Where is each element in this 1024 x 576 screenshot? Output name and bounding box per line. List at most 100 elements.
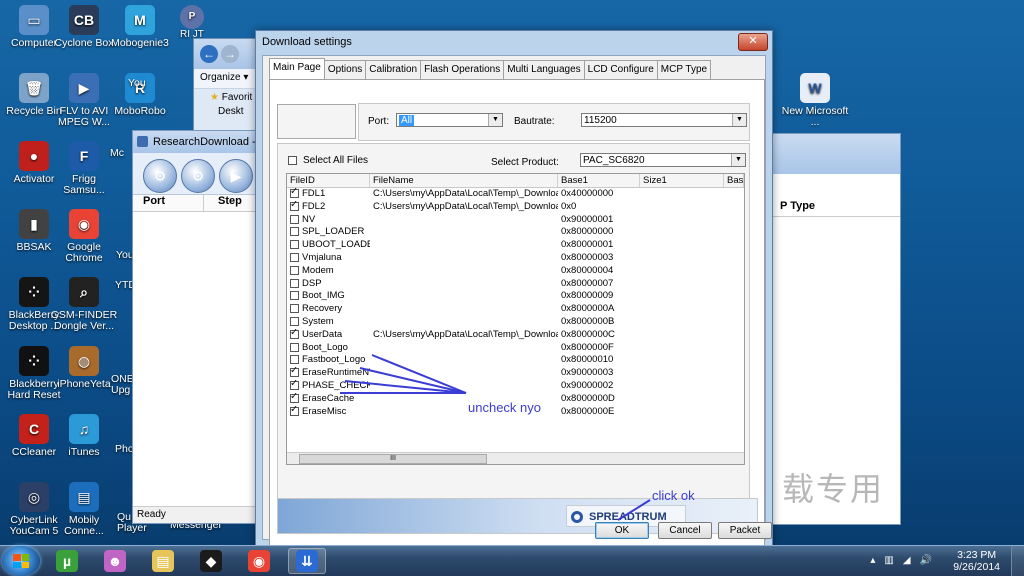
desktop-icon[interactable]: ⌕ GSM-FINDER Dongle Ver... [50,277,118,332]
table-row[interactable]: Boot_Logo 0x8000000F [287,342,744,355]
tab-main-page[interactable]: Main Page [269,58,325,79]
table-row[interactable]: Modem 0x80000004 [287,265,744,278]
file-checkbox[interactable] [290,406,299,416]
download-settings-dialog[interactable]: Download settings ✕ Main Page Options Ca… [255,30,773,547]
table-row[interactable]: PHASE_CHECK 0x90000002 [287,380,744,393]
start-arrow-icon[interactable]: ▶ [219,159,253,193]
desktop-icon-partial-label[interactable]: You [128,78,168,89]
select-product-select[interactable]: PAC_SC6820 ▼ [580,153,746,167]
signal-icon[interactable]: ◢ [903,555,911,566]
start-button[interactable] [2,546,40,576]
file-checkbox[interactable] [290,252,299,262]
tab-options[interactable]: Options [323,60,367,79]
file-list[interactable]: FileID FileName Base1 Size1 Base2 FDL1 C:… [286,173,745,465]
table-row[interactable]: NV 0x90000001 [287,214,744,227]
clock[interactable]: 3:23 PM 9/26/2014 [953,549,1000,573]
file-checkbox[interactable] [290,342,299,352]
col-fileid[interactable]: FileID [287,174,370,187]
file-checkbox[interactable] [290,214,299,224]
desktop-icon[interactable]: ◍ iPhoneYeta [50,346,118,390]
table-row[interactable]: FDL2 C:\Users\my\AppData\Local\Temp\_Down… [287,201,744,214]
file-checkbox[interactable] [290,367,299,378]
taskbar-app-icon[interactable]: ◉ [240,548,278,574]
tab-mcp-type[interactable]: MCP Type [656,60,712,79]
desktop-icon[interactable]: W New Microsoft ... [781,73,849,128]
settings-gear-icon[interactable]: ⚙ [143,159,177,193]
file-checkbox[interactable] [290,188,299,199]
table-row[interactable]: SPL_LOADER 0x80000000 [287,226,744,239]
taskbar-app-icon[interactable]: ⇊ [288,548,326,574]
chevron-down-icon[interactable]: ▼ [488,114,502,126]
col-filename[interactable]: FileName [370,174,558,187]
desktop-icon[interactable]: ♫ iTunes [50,414,118,458]
file-checkbox[interactable] [290,355,299,365]
desktop-icon-label: Google Chrome [65,241,103,264]
desktop-icon[interactable]: ◉ Google Chrome [50,209,118,264]
table-row[interactable]: Recovery 0x8000000A [287,303,744,316]
baudrate-select[interactable]: 115200 ▼ [581,113,747,127]
research-download-titlebar[interactable]: ResearchDownload - R2.9 [133,131,267,153]
fileid-cell: PHASE_CHECK [287,380,370,393]
show-hidden-icons-icon[interactable]: ▴ [870,555,875,566]
right-background-window[interactable]: P Type 载专用 [771,133,901,525]
file-checkbox[interactable] [290,393,299,404]
back-arrow-icon[interactable]: ← [200,45,218,63]
table-row[interactable]: Fastboot_Logo 0x80000010 [287,354,744,367]
packet-button[interactable]: Packet [718,522,772,539]
table-row[interactable]: Vmjaluna 0x80000003 [287,252,744,265]
table-row[interactable]: UBOOT_LOADER 0x80000001 [287,239,744,252]
file-checkbox[interactable] [290,201,299,212]
table-row[interactable]: System 0x8000000B [287,316,744,329]
col-base1[interactable]: Base1 [558,174,640,187]
network-icon[interactable]: ▥ [884,555,893,566]
ok-button[interactable]: OK [595,522,649,539]
tab-calibration[interactable]: Calibration [365,60,422,79]
scroll-thumb[interactable]: III [299,454,487,464]
show-desktop-button[interactable] [1011,546,1024,576]
col-step[interactable]: Step [204,195,242,211]
file-checkbox[interactable] [290,278,299,288]
table-row[interactable]: EraseRuntimeNV 0x90000003 [287,367,744,380]
desktop-icon[interactable]: M Mobogenie3 [106,5,174,49]
col-base2[interactable]: Base2 [724,174,744,187]
tab-multi-languages[interactable]: Multi Languages [503,60,585,79]
taskbar-app-icon[interactable]: µ [48,548,86,574]
file-checkbox[interactable] [290,329,299,340]
cancel-button[interactable]: Cancel [658,522,712,539]
tab-flash-operations[interactable]: Flash Operations [420,60,505,79]
horizontal-scrollbar[interactable]: III [287,452,744,464]
taskbar-app-icon[interactable]: ▤ [144,548,182,574]
fileid-cell: UBOOT_LOADER [287,239,370,252]
desktop-icon[interactable]: F Frigg Samsu... [50,141,118,196]
volume-icon[interactable]: 🔊 [920,555,932,566]
file-checkbox[interactable] [290,380,299,391]
chevron-down-icon[interactable]: ▼ [732,114,746,126]
forward-arrow-icon[interactable]: → [221,45,239,63]
close-button[interactable]: ✕ [738,33,768,51]
file-checkbox[interactable] [290,304,299,314]
desktop-icon[interactable]: ▤ Mobily Conne... [50,482,118,537]
research-download-window[interactable]: ResearchDownload - R2.9 ⚙ ⚙ ▶ Port Step … [132,130,268,524]
port-select[interactable]: All ▼ [396,113,503,127]
file-checkbox[interactable] [290,240,299,250]
tab-lcd-configure[interactable]: LCD Configure [583,60,658,79]
table-row[interactable]: UserData C:\Users\my\AppData\Local\Temp\_… [287,329,744,342]
file-checkbox[interactable] [290,291,299,301]
taskbar-app-icon[interactable]: ◆ [192,548,230,574]
desktop-icon-partial[interactable]: P RI JT [180,5,210,40]
dialog-titlebar[interactable]: Download settings ✕ [256,31,772,55]
col-port[interactable]: Port [133,195,204,211]
file-size [640,342,724,355]
table-row[interactable]: Boot_IMG 0x80000009 [287,290,744,303]
table-row[interactable]: FDL1 C:\Users\my\AppData\Local\Temp\_Down… [287,188,744,201]
table-row[interactable]: DSP 0x80000007 [287,278,744,291]
select-all-checkbox[interactable] [288,156,297,165]
gears-icon[interactable]: ⚙ [181,159,215,193]
taskbar-app-icon[interactable]: ☻ [96,548,134,574]
col-size1[interactable]: Size1 [640,174,724,187]
file-checkbox[interactable] [290,227,299,237]
chevron-down-icon[interactable]: ▼ [731,154,745,166]
file-checkbox[interactable] [290,316,299,326]
file-checkbox[interactable] [290,265,299,275]
col-type[interactable]: P Type [772,200,900,217]
